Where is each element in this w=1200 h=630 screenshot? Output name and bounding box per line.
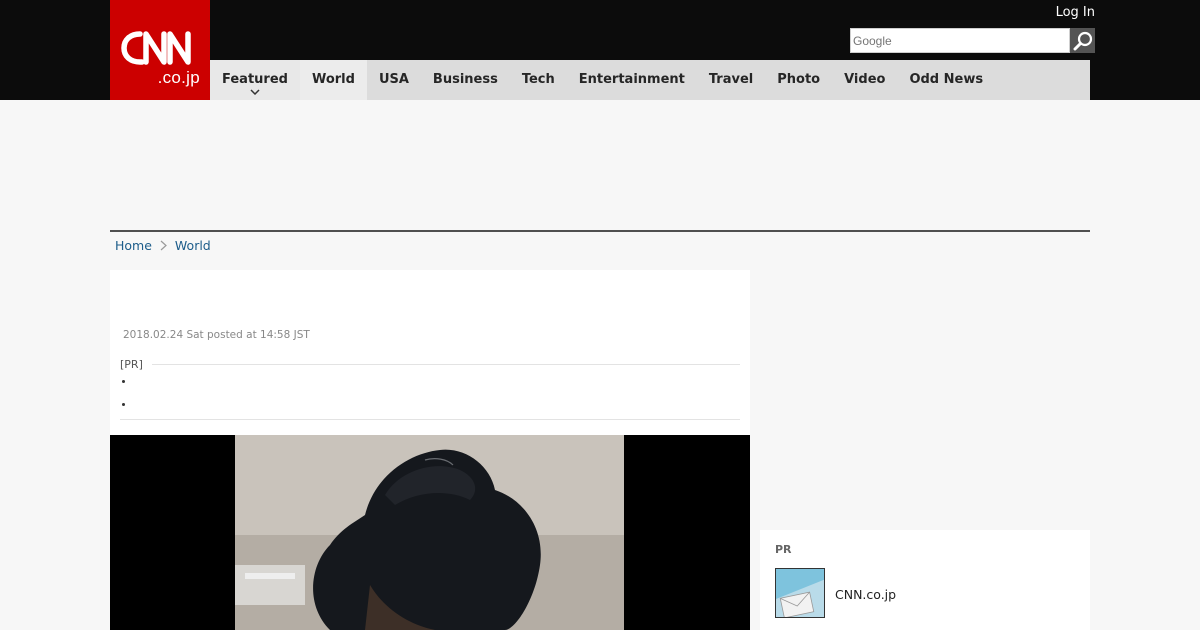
nav-item-entertainment[interactable]: Entertainment [567,60,697,100]
pr-divider [120,419,740,420]
nav-item-label: Travel [708,72,754,87]
pr-divider [152,364,740,365]
search-field[interactable] [850,28,1070,53]
logo-subtitle: .co.jp [157,68,200,87]
pr-thumbnail[interactable] [775,568,825,618]
nav-item-label: USA [378,72,409,87]
sidebar-pr-widget: PR CNN.co.jp [760,530,1090,630]
pr-link-bullet[interactable] [122,380,125,383]
nav-item-label: Business [432,72,498,87]
nav-item-label: Tech [521,72,555,87]
cnn-logo[interactable]: .co.jp [110,0,210,100]
search-icon [1073,31,1092,50]
article-date: 2018.02.24 Sat posted at 14:58 JST [123,329,310,341]
nav-item-label: World [311,72,355,87]
nav-item-tech[interactable]: Tech [510,60,567,100]
photo-image [235,435,624,630]
nav-item-odd-news[interactable]: Odd News [897,60,995,100]
photo-head-illustration [235,435,624,630]
sidebar-pr-label: PR [775,543,792,556]
nav-item-label: Odd News [909,72,984,87]
nav-item-travel[interactable]: Travel [697,60,765,100]
chevron-right-icon [160,240,167,251]
chevron-down-icon [250,89,260,95]
login-link[interactable]: Log In [1056,5,1095,20]
nav-item-photo[interactable]: Photo [765,60,832,100]
breadcrumb-home[interactable]: Home [115,238,152,253]
nav-item-business[interactable]: Business [421,60,510,100]
nav-item-label: Photo [777,72,821,87]
article-card: 2018.02.24 Sat posted at 14:58 JST [PR] [110,270,750,630]
nav-item-label: Video [844,72,886,87]
article-photo [110,435,750,630]
mail-icon [776,569,824,617]
breadcrumb: Home World [115,238,211,253]
nav-item-label: Featured [222,72,288,87]
search-button[interactable] [1070,28,1095,53]
nav-item-world[interactable]: World [299,60,367,100]
pr-label: [PR] [120,358,143,371]
photo-credit [741,437,749,630]
search-input[interactable] [851,29,1069,52]
pr-item-link[interactable]: CNN.co.jp [835,587,896,602]
main-nav: Featured World USA Business Tech Enterta… [210,60,1090,100]
cnn-logo-icon [121,31,191,65]
nav-item-featured[interactable]: Featured [210,60,300,100]
nav-item-label: Entertainment [578,72,685,87]
section-divider [110,230,1090,232]
breadcrumb-world[interactable]: World [175,238,211,253]
nav-item-usa[interactable]: USA [367,60,421,100]
pr-link-bullet[interactable] [122,403,125,406]
nav-item-video[interactable]: Video [832,60,897,100]
